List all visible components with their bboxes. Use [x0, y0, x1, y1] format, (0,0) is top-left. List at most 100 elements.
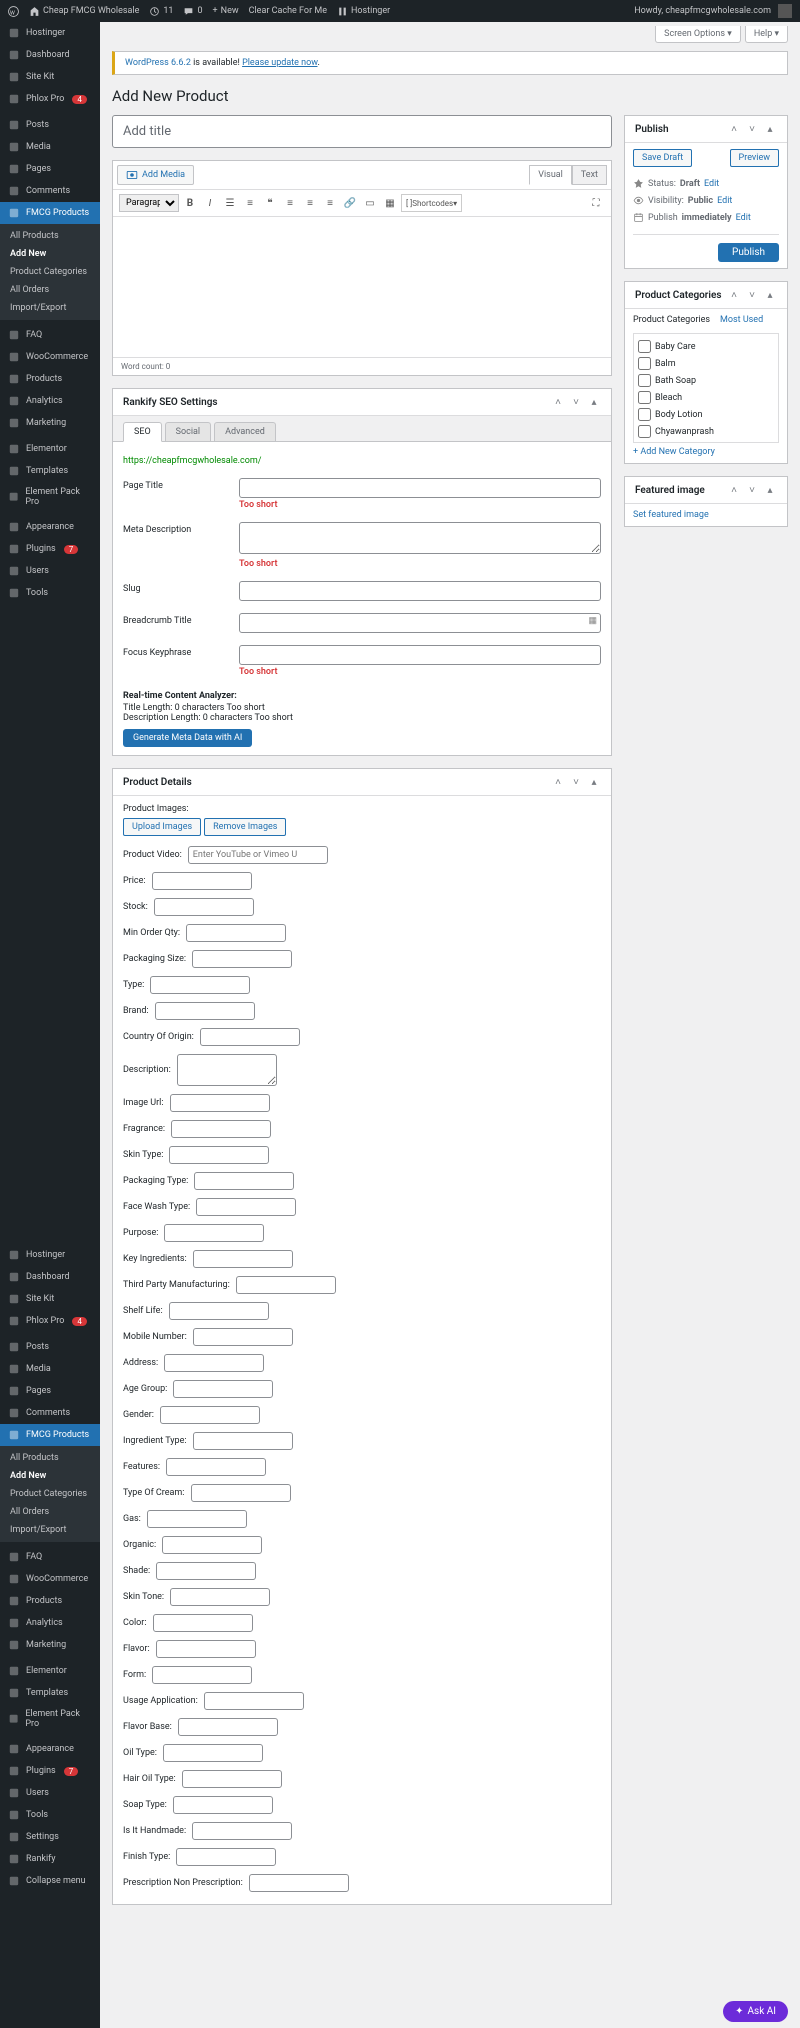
breadcrumb-input[interactable]	[239, 613, 601, 633]
detail-input[interactable]	[152, 1666, 252, 1684]
move-down-icon[interactable]: ˅	[569, 395, 583, 409]
more-tag-button[interactable]: ▭	[361, 194, 379, 212]
sidebar-item[interactable]: Dashboard	[0, 1266, 100, 1288]
sidebar-sub-item[interactable]: All Products	[0, 227, 100, 245]
screen-options-toggle[interactable]: Screen Options ▾	[655, 26, 741, 43]
detail-input[interactable]	[178, 1718, 278, 1736]
sidebar-item[interactable]: Users	[0, 560, 100, 582]
collapse-menu[interactable]: Collapse menu	[0, 1870, 100, 1892]
edit-visibility-link[interactable]: Edit	[717, 196, 732, 206]
bullet-list-button[interactable]: ☰	[221, 194, 239, 212]
detail-input[interactable]	[173, 1796, 273, 1814]
post-title-input[interactable]	[112, 115, 612, 148]
sidebar-item[interactable]: Analytics	[0, 390, 100, 412]
detail-input[interactable]	[192, 950, 292, 968]
sidebar-item[interactable]: Tools	[0, 582, 100, 604]
sidebar-item[interactable]: Plugins7	[0, 538, 100, 560]
sidebar-item[interactable]: Elementor	[0, 1660, 100, 1682]
move-down-icon[interactable]: ˅	[745, 122, 759, 136]
sidebar-item[interactable]: FAQ	[0, 1546, 100, 1568]
move-up-icon[interactable]: ˄	[727, 122, 741, 136]
sidebar-item[interactable]: Comments	[0, 1402, 100, 1424]
upload-images-button[interactable]: Upload Images	[123, 818, 201, 836]
link-button[interactable]: 🔗	[341, 194, 359, 212]
site-name[interactable]: Cheap FMCG Wholesale	[29, 6, 139, 17]
detail-input[interactable]	[160, 1406, 260, 1424]
detail-input[interactable]	[194, 1172, 294, 1190]
ask-ai-button[interactable]: ✦ Ask AI	[723, 2001, 788, 2022]
advanced-tab[interactable]: Advanced	[214, 422, 276, 441]
detail-input[interactable]	[236, 1276, 336, 1294]
sidebar-item[interactable]: Phlox Pro4	[0, 88, 100, 110]
preview-button[interactable]: Preview	[730, 149, 779, 167]
detail-input[interactable]	[169, 1146, 269, 1164]
sidebar-item[interactable]: Rankify	[0, 1848, 100, 1870]
shortcodes-button[interactable]: [ ] Shortcodes ▾	[401, 194, 462, 212]
category-checkbox[interactable]	[638, 391, 651, 404]
align-left-button[interactable]: ≡	[281, 194, 299, 212]
sidebar-item[interactable]: FAQ	[0, 324, 100, 346]
detail-input[interactable]	[164, 1354, 264, 1372]
text-tab[interactable]: Text	[572, 165, 607, 185]
table-button[interactable]: ▦	[381, 194, 399, 212]
comments-count[interactable]: 0	[183, 6, 202, 17]
category-checkbox[interactable]	[638, 374, 651, 387]
add-media-button[interactable]: Add Media	[117, 165, 194, 185]
detail-input[interactable]	[169, 1302, 269, 1320]
align-right-button[interactable]: ≡	[321, 194, 339, 212]
publish-button[interactable]: Publish	[718, 243, 779, 262]
detail-input[interactable]	[152, 872, 252, 890]
detail-input[interactable]	[155, 1002, 255, 1020]
sidebar-item[interactable]: Pages	[0, 1380, 100, 1402]
all-categories-tab[interactable]: Product Categories	[633, 315, 710, 325]
toggle-icon[interactable]: ▴	[763, 122, 777, 136]
product-video-input[interactable]	[188, 846, 328, 864]
update-now-link[interactable]: Please update now	[242, 58, 317, 68]
category-checkbox[interactable]	[638, 357, 651, 370]
slug-input[interactable]	[239, 581, 601, 601]
numbered-list-button[interactable]: ≡	[241, 194, 259, 212]
wp-version-link[interactable]: WordPress 6.6.2	[125, 58, 191, 68]
detail-input[interactable]	[177, 1054, 277, 1086]
detail-input[interactable]	[170, 1588, 270, 1606]
sidebar-item[interactable]: Site Kit	[0, 1288, 100, 1310]
move-up-icon[interactable]: ˄	[551, 775, 565, 789]
sidebar-item[interactable]: Analytics	[0, 1612, 100, 1634]
move-down-icon[interactable]: ˅	[745, 483, 759, 497]
updates-count[interactable]: 11	[149, 6, 173, 17]
detail-input[interactable]	[196, 1198, 296, 1216]
move-down-icon[interactable]: ˅	[745, 288, 759, 302]
edit-date-link[interactable]: Edit	[736, 213, 751, 223]
sidebar-item[interactable]: Site Kit	[0, 66, 100, 88]
page-title-input[interactable]	[239, 478, 601, 498]
sidebar-item[interactable]: Settings	[0, 1826, 100, 1848]
sidebar-item[interactable]: Tools	[0, 1804, 100, 1826]
move-up-icon[interactable]: ˄	[727, 483, 741, 497]
sidebar-item[interactable]: WooCommerce	[0, 346, 100, 368]
italic-button[interactable]: I	[201, 194, 219, 212]
sidebar-item[interactable]: Marketing	[0, 412, 100, 434]
sidebar-sub-item[interactable]: All Orders	[0, 281, 100, 299]
toggle-icon[interactable]: ▴	[587, 775, 601, 789]
sidebar-item[interactable]: Hostinger	[0, 1244, 100, 1266]
sidebar-sub-item[interactable]: Add New	[0, 1467, 100, 1485]
clear-cache[interactable]: Clear Cache For Me	[249, 6, 327, 16]
sidebar-item[interactable]: Element Pack Pro	[0, 1704, 100, 1734]
sidebar-sub-item[interactable]: Import/Export	[0, 1521, 100, 1539]
wp-logo[interactable]	[8, 6, 19, 17]
save-draft-button[interactable]: Save Draft	[633, 149, 692, 167]
detail-input[interactable]	[192, 1822, 292, 1840]
toggle-icon[interactable]: ▴	[763, 483, 777, 497]
sidebar-item[interactable]: Hostinger	[0, 22, 100, 44]
sidebar-item[interactable]: Media	[0, 1358, 100, 1380]
detail-input[interactable]	[156, 1562, 256, 1580]
sidebar-item[interactable]: Phlox Pro4	[0, 1310, 100, 1332]
most-used-tab[interactable]: Most Used	[720, 315, 763, 325]
new-content[interactable]: + New	[213, 6, 239, 16]
generate-meta-button[interactable]: Generate Meta Data with AI	[123, 729, 252, 747]
blockquote-button[interactable]: ❝	[261, 194, 279, 212]
sidebar-item[interactable]: Templates	[0, 1682, 100, 1704]
detail-input[interactable]	[147, 1510, 247, 1528]
seo-tab[interactable]: SEO	[123, 422, 162, 442]
sidebar-item[interactable]: Marketing	[0, 1634, 100, 1656]
